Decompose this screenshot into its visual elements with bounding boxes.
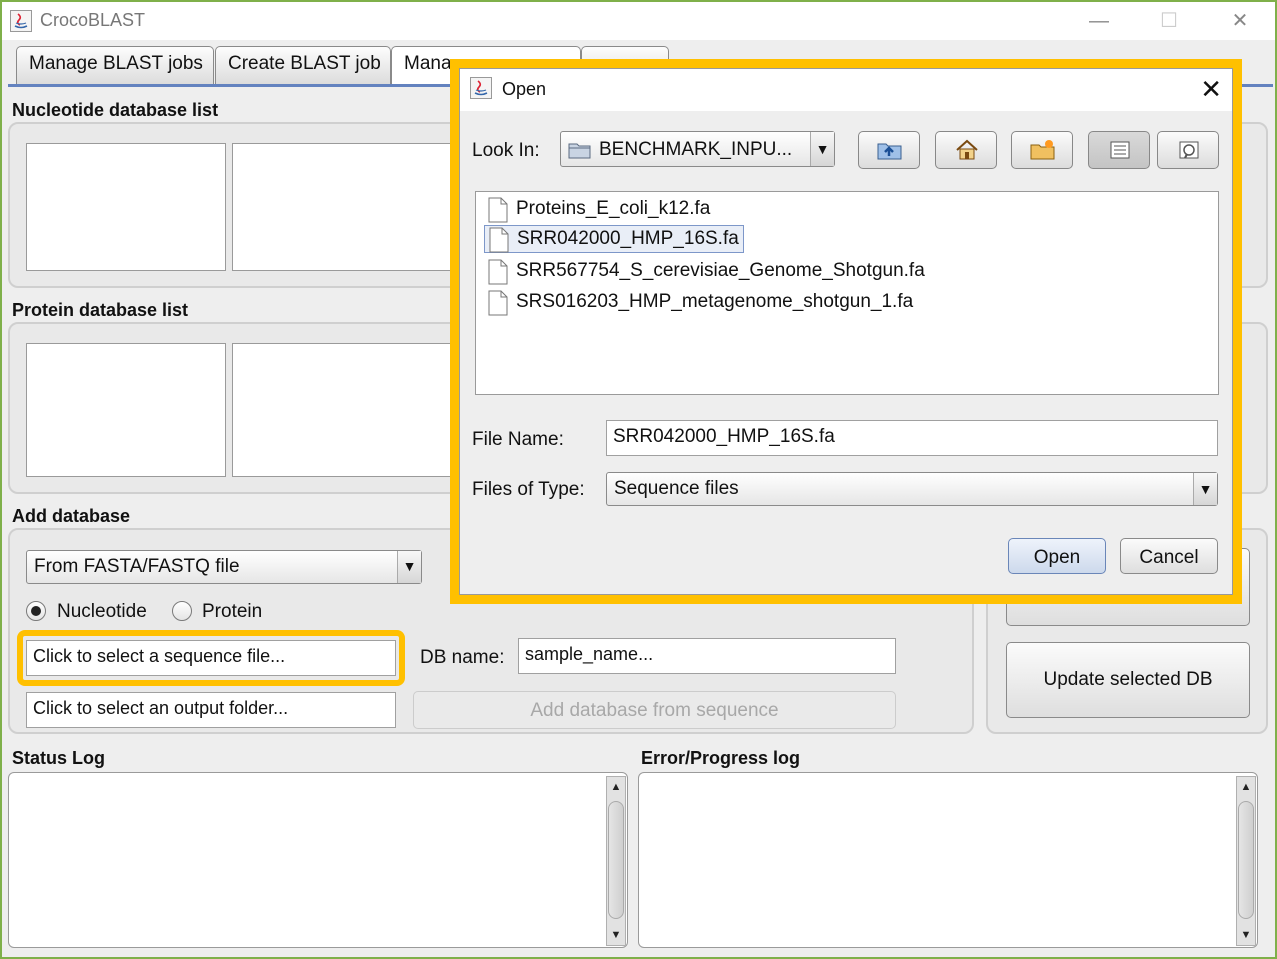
cancel-button[interactable]: Cancel bbox=[1120, 538, 1218, 574]
error-log-title: Error/Progress log bbox=[641, 748, 801, 768]
file-name: SRR042000_HMP_16S.fa bbox=[517, 228, 739, 249]
file-list[interactable]: Proteins_E_coli_k12.fa SRR042000_HMP_16S… bbox=[475, 191, 1219, 395]
nucleotide-db-list[interactable] bbox=[26, 143, 226, 271]
sequence-file-field[interactable]: Click to select a sequence file... bbox=[26, 640, 396, 676]
protein-radio-label: Protein bbox=[202, 601, 263, 622]
file-item[interactable]: Proteins_E_coli_k12.fa bbox=[484, 196, 714, 224]
db-name-input[interactable]: sample_name... bbox=[518, 638, 896, 674]
details-view-button[interactable] bbox=[1157, 131, 1219, 169]
folder-icon bbox=[568, 143, 591, 159]
file-name: SRR567754_S_cerevisiae_Genome_Shotgun.fa bbox=[516, 260, 925, 281]
dialog-close-button[interactable]: ✕ bbox=[1200, 74, 1222, 104]
file-name: Proteins_E_coli_k12.fa bbox=[516, 198, 711, 219]
scroll-thumb[interactable] bbox=[1238, 801, 1254, 919]
home-icon bbox=[956, 139, 978, 160]
window-title: CrocoBLAST bbox=[40, 10, 146, 30]
add-database-title: Add database bbox=[12, 506, 131, 526]
file-icon bbox=[488, 259, 508, 285]
files-of-type-value: Sequence files bbox=[614, 478, 739, 499]
new-folder-icon bbox=[1030, 140, 1055, 160]
chevron-down-icon: ▼ bbox=[1193, 473, 1217, 505]
files-of-type-label: Files of Type: bbox=[472, 479, 585, 500]
tab-label: Mana bbox=[404, 53, 452, 74]
minimize-button[interactable]: — bbox=[1084, 8, 1114, 34]
tab-label: Manage BLAST jobs bbox=[29, 53, 203, 74]
java-app-icon bbox=[10, 10, 32, 32]
list-view-icon bbox=[1110, 141, 1130, 159]
database-source-value: From FASTA/FASTQ file bbox=[34, 556, 240, 577]
list-view-button[interactable] bbox=[1088, 131, 1150, 169]
scroll-thumb[interactable] bbox=[608, 801, 624, 919]
tab-label: Create BLAST job bbox=[228, 53, 381, 74]
up-one-level-button[interactable] bbox=[858, 131, 920, 169]
file-icon bbox=[488, 290, 508, 316]
error-log-scrollbar[interactable]: ▲ ▼ bbox=[1236, 776, 1256, 946]
file-item[interactable]: SRS016203_HMP_metagenome_shotgun_1.fa bbox=[484, 289, 917, 317]
file-icon bbox=[488, 197, 508, 223]
files-of-type-dropdown[interactable]: Sequence files ▼ bbox=[606, 472, 1218, 506]
nucleotide-panel-title: Nucleotide database list bbox=[12, 100, 219, 120]
protein-db-list[interactable] bbox=[26, 343, 226, 477]
file-name-label: File Name: bbox=[472, 429, 564, 450]
java-app-icon bbox=[470, 77, 492, 99]
db-name-label: DB name: bbox=[420, 647, 505, 668]
protein-panel-title: Protein database list bbox=[12, 300, 189, 320]
scroll-down-icon[interactable]: ▼ bbox=[607, 925, 625, 945]
home-button[interactable] bbox=[935, 131, 997, 169]
chevron-down-icon: ▼ bbox=[810, 132, 834, 166]
protein-db-details[interactable] bbox=[232, 343, 462, 477]
close-window-button[interactable]: ✕ bbox=[1225, 8, 1255, 34]
file-item-selected[interactable]: SRR042000_HMP_16S.fa bbox=[484, 225, 744, 253]
scroll-up-icon[interactable]: ▲ bbox=[607, 777, 625, 797]
look-in-label: Look In: bbox=[472, 140, 540, 161]
error-log-area[interactable] bbox=[638, 772, 1258, 948]
status-log-scrollbar[interactable]: ▲ ▼ bbox=[606, 776, 626, 946]
dialog-title-bar: Open ✕ bbox=[460, 69, 1232, 111]
new-folder-button[interactable] bbox=[1011, 131, 1073, 169]
scroll-up-icon[interactable]: ▲ bbox=[1237, 777, 1255, 797]
chevron-down-icon: ▼ bbox=[397, 551, 421, 583]
protein-radio[interactable] bbox=[172, 601, 192, 621]
look-in-value: BENCHMARK_INPU... bbox=[599, 139, 793, 160]
file-name-input[interactable]: SRR042000_HMP_16S.fa bbox=[606, 420, 1218, 456]
dialog-title: Open bbox=[502, 79, 547, 99]
file-icon bbox=[489, 227, 509, 253]
status-log-area[interactable] bbox=[8, 772, 628, 948]
details-view-icon bbox=[1179, 141, 1199, 159]
database-source-dropdown[interactable]: From FASTA/FASTQ file ▼ bbox=[26, 550, 422, 584]
maximize-button[interactable]: ☐ bbox=[1154, 8, 1184, 34]
tab-manage-blast-jobs[interactable]: Manage BLAST jobs bbox=[16, 46, 214, 84]
open-dialog: Open ✕ Look In: BENCHMARK_INPU... ▼ Prot… bbox=[459, 68, 1233, 595]
nucleotide-radio[interactable] bbox=[26, 601, 46, 621]
output-folder-field[interactable]: Click to select an output folder... bbox=[26, 692, 396, 728]
update-selected-db-button[interactable]: Update selected DB bbox=[1006, 642, 1250, 718]
file-name: SRS016203_HMP_metagenome_shotgun_1.fa bbox=[516, 291, 914, 312]
tab-create-blast-job[interactable]: Create BLAST job bbox=[215, 46, 391, 84]
nucleotide-radio-label: Nucleotide bbox=[57, 601, 147, 622]
add-database-button[interactable]: Add database from sequence bbox=[413, 691, 896, 729]
nucleotide-db-details[interactable] bbox=[232, 143, 462, 271]
open-button[interactable]: Open bbox=[1008, 538, 1106, 574]
title-bar: CrocoBLAST — ☐ ✕ bbox=[2, 2, 1275, 40]
look-in-dropdown[interactable]: BENCHMARK_INPU... ▼ bbox=[560, 131, 835, 167]
folder-up-icon bbox=[877, 143, 902, 160]
status-log-title: Status Log bbox=[12, 748, 105, 768]
file-item[interactable]: SRR567754_S_cerevisiae_Genome_Shotgun.fa bbox=[484, 258, 929, 286]
scroll-down-icon[interactable]: ▼ bbox=[1237, 925, 1255, 945]
